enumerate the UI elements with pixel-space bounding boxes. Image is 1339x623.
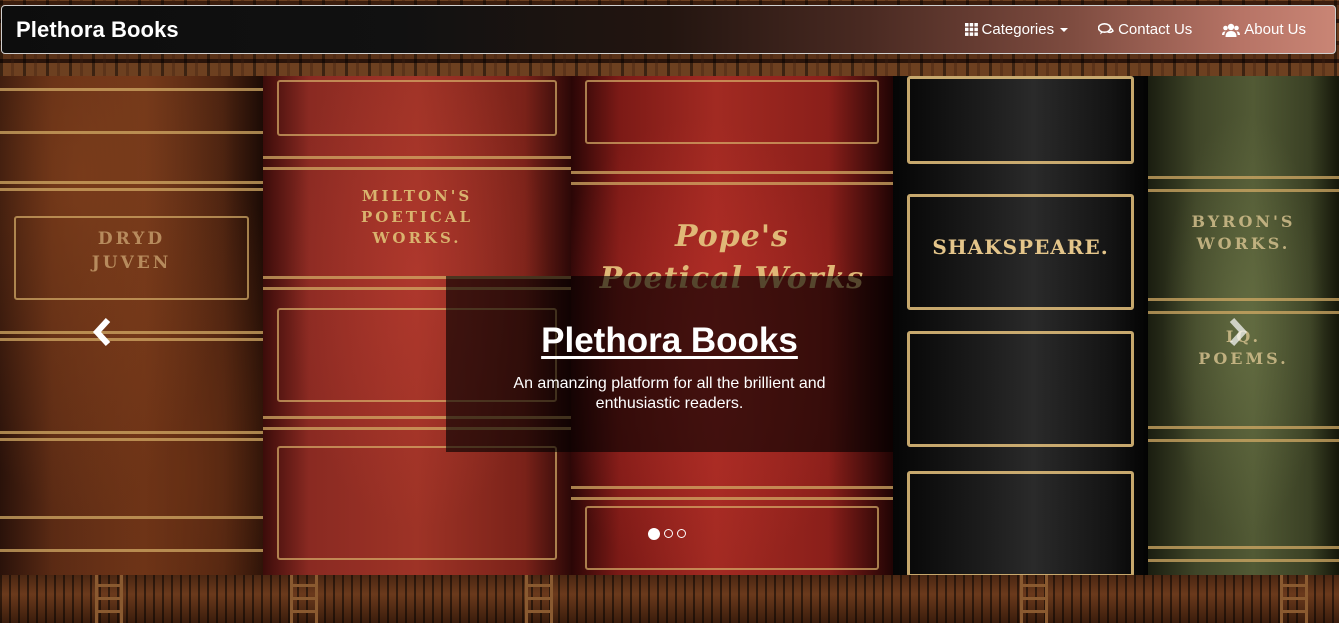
- carousel-indicators: [648, 528, 686, 540]
- nav-contact-us[interactable]: Contact Us: [1083, 6, 1207, 53]
- carousel-caption: Plethora Books An amanzing platform for …: [446, 276, 893, 452]
- spine-band: [0, 516, 263, 552]
- spine-panel: [907, 331, 1134, 447]
- spine-band: [0, 181, 263, 191]
- hero-carousel: DRYD JUVEN MILTON'S POETICAL WORKS. Pope…: [0, 76, 1339, 575]
- spine-panel: [907, 471, 1134, 575]
- users-icon: [1222, 23, 1241, 37]
- spine-label-1: DRYD JUVEN: [91, 229, 172, 273]
- chevron-left-icon: [92, 317, 111, 347]
- book-spine-4: SHAKSPEARE.: [893, 76, 1148, 575]
- caption-text: An amanzing platform for all the brillie…: [513, 375, 826, 412]
- spine-band: [263, 156, 571, 170]
- grid-icon: [964, 23, 978, 36]
- brand-link[interactable]: Plethora Books: [16, 16, 179, 44]
- nav-menu: Categories Contact Us About Us: [950, 6, 1321, 53]
- nav-categories[interactable]: Categories: [950, 6, 1084, 53]
- carousel-indicator-2[interactable]: [664, 529, 673, 538]
- nav-about-us[interactable]: About Us: [1207, 6, 1321, 53]
- navbar: Plethora Books Categories Contact Us Abo…: [1, 5, 1336, 54]
- spine-band: [571, 486, 893, 500]
- spine-panel: [585, 80, 879, 144]
- carousel-indicator-3[interactable]: [677, 529, 686, 538]
- ladder-decoration: [290, 575, 318, 623]
- carousel-prev-button[interactable]: [85, 312, 119, 352]
- ladder-decoration: [95, 575, 123, 623]
- spine-band: [571, 171, 893, 185]
- caption-title: Plethora Books: [541, 321, 798, 360]
- spine-band: [1148, 426, 1339, 442]
- spine-band: [0, 431, 263, 441]
- ladder-decoration: [1280, 575, 1308, 623]
- carousel-indicator-1[interactable]: [648, 528, 660, 540]
- ladder-decoration: [525, 575, 553, 623]
- chevron-right-icon: [1229, 317, 1248, 347]
- carousel-next-button[interactable]: [1221, 312, 1255, 352]
- spine-label-5: BYRON'S WORKS.: [1191, 212, 1296, 254]
- nav-contact-us-label: Contact Us: [1118, 21, 1193, 38]
- spine-label-2: MILTON'S POETICAL WORKS.: [360, 187, 474, 247]
- caret-down-icon: [1060, 27, 1069, 32]
- nav-about-us-label: About Us: [1244, 21, 1306, 38]
- nav-categories-label: Categories: [981, 21, 1055, 38]
- ladder-decoration: [1020, 575, 1048, 623]
- spine-panel: [585, 506, 879, 570]
- library-background: [0, 575, 1339, 623]
- spine-panel: [277, 446, 557, 560]
- spine-band: [1148, 176, 1339, 192]
- spine-band: [0, 88, 263, 134]
- chat-icon: [1098, 23, 1114, 36]
- spine-panel: [907, 76, 1134, 164]
- spine-label-4: SHAKSPEARE.: [932, 235, 1109, 259]
- spine-band: [0, 331, 263, 341]
- book-spine-1: DRYD JUVEN: [0, 76, 263, 575]
- spine-panel: [277, 80, 557, 136]
- spine-band: [1148, 546, 1339, 562]
